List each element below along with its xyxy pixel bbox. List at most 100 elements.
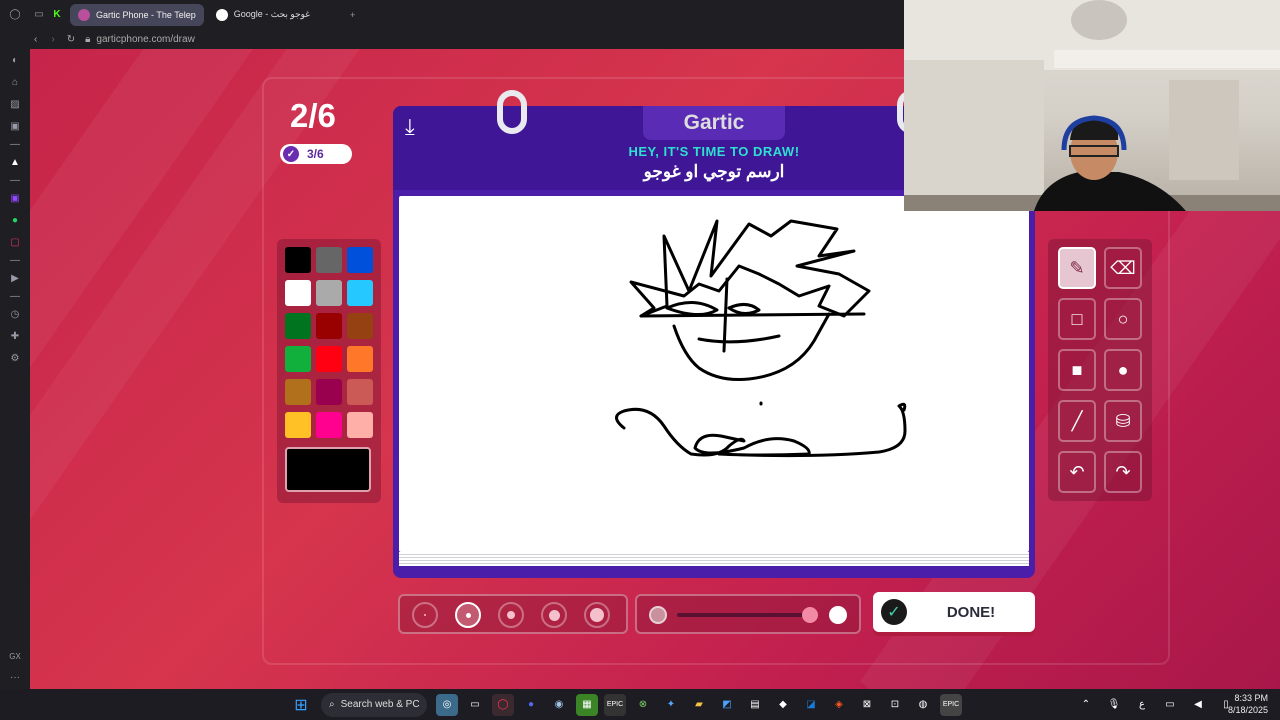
windows-taskbar: ⊞ ⌕ Search web & PC ◎ ▭ ◯ ● ◉ ▦ EPIC ⊗ ✦… [0, 689, 1280, 720]
obs-icon[interactable]: ◍ [912, 694, 934, 716]
taskbar-search[interactable]: ⌕ Search web & PC [321, 692, 427, 717]
search-placeholder: Search web & PC [340, 699, 420, 710]
sidebar-ai-icon[interactable]: ▲ [0, 151, 30, 173]
sidebar-shop-icon[interactable]: ⌂ [0, 71, 30, 93]
sidebar-gx-corner-icon[interactable]: ▨ [0, 93, 30, 115]
brush-size-option[interactable] [584, 602, 610, 628]
brave-icon[interactable]: ◈ [828, 694, 850, 716]
gx-badge[interactable]: GX [0, 645, 30, 667]
sidebar-separator: — [10, 174, 20, 186]
opacity-thumb[interactable] [802, 607, 818, 623]
opacity-track[interactable] [677, 613, 817, 617]
tab-google[interactable]: Google - غوجو بحث [208, 4, 318, 26]
sidebar-aria-icon[interactable]: ◐ [0, 49, 30, 71]
color-swatch[interactable] [285, 247, 311, 273]
opacity-slider[interactable] [635, 594, 861, 634]
volume-icon[interactable]: ◀ [1187, 694, 1209, 716]
google-favicon-icon [215, 8, 228, 21]
back-icon[interactable]: ‹ [34, 34, 37, 45]
more-icon[interactable]: ··· [0, 666, 30, 688]
brush-size-option[interactable] [541, 602, 567, 628]
color-swatch[interactable] [347, 280, 373, 306]
opera-logo-icon[interactable]: ◯ [0, 4, 30, 26]
checkmark-icon: ✓ [283, 146, 299, 162]
settings-gear-icon[interactable]: ⚙ [0, 347, 30, 369]
capcut-alt-icon[interactable]: ⊡ [884, 694, 906, 716]
sidebar-separator: — [10, 254, 20, 266]
tab-gartic[interactable]: Gartic Phone - The Telep [70, 3, 204, 26]
color-swatch[interactable] [316, 280, 342, 306]
system-clock[interactable]: 8:33 PM 8/18/2025 [1228, 692, 1268, 716]
square-outline-tool-button[interactable]: □ [1058, 298, 1096, 340]
forward-icon[interactable]: › [51, 34, 54, 45]
circle-filled-tool-button[interactable]: ● [1104, 349, 1142, 391]
color-swatch[interactable] [347, 313, 373, 339]
whatsapp-icon[interactable]: ● [0, 209, 30, 231]
kick-icon[interactable]: K [48, 4, 66, 26]
opacity-max-icon [829, 606, 847, 624]
color-swatch[interactable] [347, 379, 373, 405]
xbox-icon[interactable]: ⊗ [632, 694, 654, 716]
color-swatch[interactable] [285, 412, 311, 438]
gartic-logo: Gartic [643, 106, 785, 140]
tab-island-icon[interactable]: ▭ [30, 4, 48, 26]
new-tab-button[interactable]: + [342, 4, 363, 26]
eraser-tool-button[interactable]: ⌫ [1104, 247, 1142, 289]
microphone-icon[interactable]: 🎙︎ [1103, 694, 1125, 716]
redo-tool-button[interactable]: ↷ [1104, 451, 1142, 493]
copilot-icon[interactable]: ✦ [660, 694, 682, 716]
color-swatch[interactable] [316, 412, 342, 438]
player-icon[interactable]: ▶ [0, 267, 30, 289]
sidebar-mail-icon[interactable]: ▣ [0, 115, 30, 137]
tool-panel: ✎ ⌫ □ ○ ■ ● ╱ ⛁ ↶ ↷ [1048, 239, 1152, 501]
tray-chevron-icon[interactable]: ⌃ [1075, 694, 1097, 716]
minecraft-icon[interactable]: ▦ [576, 693, 598, 716]
file-explorer-icon[interactable]: ▰ [688, 694, 710, 716]
done-button[interactable]: ✓ DONE! [873, 592, 1035, 632]
fill-bucket-tool-button[interactable]: ⛁ [1104, 400, 1142, 442]
extensions-icon[interactable]: ✚ [0, 325, 30, 347]
color-swatch[interactable] [285, 313, 311, 339]
brush-size-option[interactable] [412, 602, 438, 628]
color-swatch[interactable] [316, 247, 342, 273]
color-swatch[interactable] [285, 379, 311, 405]
current-color-preview [285, 447, 371, 492]
network-icon[interactable]: ▭ [1159, 694, 1181, 716]
epic-games-icon[interactable]: EPIC [604, 693, 626, 716]
color-swatch[interactable] [347, 247, 373, 273]
outlook-icon[interactable]: ◪ [800, 694, 822, 716]
brush-size-option[interactable] [498, 602, 524, 628]
color-swatch[interactable] [347, 346, 373, 372]
line-tool-button[interactable]: ╱ [1058, 400, 1096, 442]
epic-launcher-icon[interactable]: EPIC [940, 693, 962, 716]
unity-icon[interactable]: ◆ [772, 694, 794, 716]
undo-tool-button[interactable]: ↶ [1058, 451, 1096, 493]
circle-outline-tool-button[interactable]: ○ [1104, 298, 1142, 340]
color-swatch[interactable] [316, 379, 342, 405]
color-swatch[interactable] [316, 346, 342, 372]
windows-start-icon[interactable]: ⊞ [290, 694, 312, 716]
download-icon[interactable]: ⤓ [405, 114, 415, 140]
widgets-icon[interactable]: ◎ [436, 693, 458, 716]
drawing-canvas[interactable] [399, 196, 1029, 552]
app-icon[interactable]: ▤ [744, 694, 766, 716]
brush-size-option[interactable] [455, 602, 481, 628]
color-swatch[interactable] [316, 313, 342, 339]
history-icon[interactable]: ◷ [0, 303, 30, 325]
steam-icon[interactable]: ◉ [548, 694, 570, 716]
language-indicator[interactable]: ع [1131, 694, 1153, 716]
square-filled-tool-button[interactable]: ■ [1058, 349, 1096, 391]
reload-icon[interactable]: ↻ [67, 34, 75, 45]
discord-icon[interactable]: ● [520, 694, 542, 716]
color-swatch[interactable] [347, 412, 373, 438]
color-swatch[interactable] [285, 280, 311, 306]
twitch-icon[interactable]: ▣ [0, 187, 30, 209]
pen-tool-button[interactable]: ✎ [1058, 247, 1096, 289]
capcut-icon[interactable]: ⊠ [856, 694, 878, 716]
store-icon[interactable]: ◩ [716, 694, 738, 716]
url-field[interactable]: garticphone.com/draw [96, 34, 194, 45]
task-view-icon[interactable]: ▭ [464, 694, 486, 716]
color-swatch[interactable] [285, 346, 311, 372]
opera-gx-taskbar-icon[interactable]: ◯ [492, 693, 514, 716]
instagram-icon[interactable]: ▢ [0, 231, 30, 253]
